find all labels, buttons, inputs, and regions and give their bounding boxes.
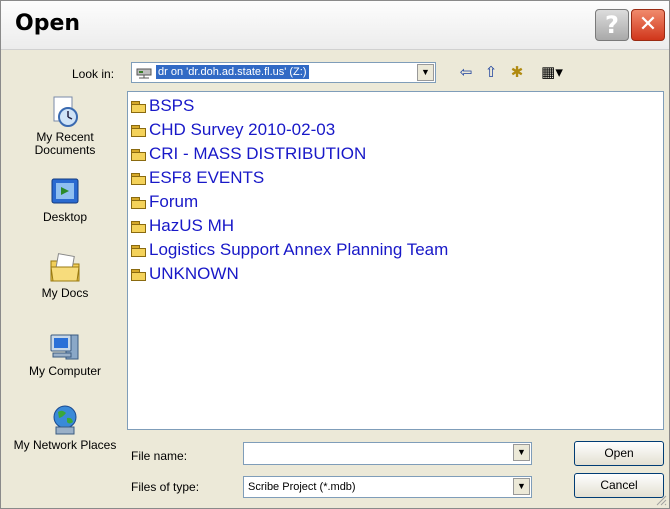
- dialog-title: Open: [15, 11, 81, 36]
- folder-icon: [131, 101, 147, 113]
- help-button[interactable]: ?: [595, 9, 629, 41]
- file-list[interactable]: BSPS CHD Survey 2010-02-03 CRI - MASS DI…: [127, 91, 664, 430]
- desktop-icon: [51, 178, 79, 204]
- resize-grip-icon[interactable]: [655, 494, 667, 506]
- folder-item[interactable]: Forum: [131, 191, 198, 213]
- place-label: Desktop: [42, 210, 88, 224]
- folder-name: CRI - MASS DISTRIBUTION: [149, 144, 367, 163]
- folder-icon: [131, 221, 147, 233]
- folder-icon: [131, 149, 147, 161]
- folder-name: HazUS MH: [149, 216, 235, 235]
- look-in-value: dr on 'dr.doh.ad.state.fl.us' (Z:): [156, 65, 309, 79]
- folder-name: Forum: [149, 192, 199, 211]
- my-docs-icon: [50, 253, 80, 282]
- folder-icon: [131, 269, 147, 281]
- folder-item[interactable]: Logistics Support Annex Planning Team: [131, 239, 448, 261]
- recent-documents-icon: [53, 96, 78, 127]
- place-label: My Recent Documents: [34, 130, 96, 157]
- folder-name: ESF8 EVENTS: [149, 168, 265, 187]
- folder-icon: [131, 125, 147, 137]
- new-folder-icon[interactable]: ✱: [507, 63, 527, 83]
- folder-item[interactable]: BSPS: [131, 95, 194, 117]
- place-label: My Network Places: [13, 438, 117, 452]
- folder-item[interactable]: ESF8 EVENTS: [131, 167, 264, 189]
- chevron-down-icon[interactable]: ▼: [513, 478, 530, 495]
- file-name-label: File name:: [131, 449, 188, 463]
- chevron-down-icon[interactable]: ▼: [417, 64, 434, 81]
- places-bar: My Recent Documents Desktop My Docs My C…: [10, 91, 120, 501]
- place-my-docs[interactable]: My Docs: [10, 251, 120, 300]
- file-type-select[interactable]: Scribe Project (*.mdb) ▼: [243, 476, 532, 498]
- network-drive-icon: [136, 68, 152, 79]
- place-my-computer[interactable]: My Computer: [10, 329, 120, 378]
- chevron-down-icon[interactable]: ▼: [513, 444, 530, 461]
- my-computer-icon: [50, 334, 79, 360]
- views-menu-icon[interactable]: ▦▾: [535, 63, 569, 83]
- file-type-label: Files of type:: [131, 480, 200, 494]
- folder-item[interactable]: CRI - MASS DISTRIBUTION: [131, 143, 366, 165]
- folder-name: UNKNOWN: [149, 264, 239, 283]
- folder-item[interactable]: HazUS MH: [131, 215, 234, 237]
- place-label: My Docs: [41, 286, 89, 300]
- folder-icon: [131, 245, 147, 257]
- title-bar: Open ? ✕: [1, 1, 669, 50]
- place-label: My Computer: [28, 364, 102, 378]
- open-dialog: Open ? ✕ Look in: dr on 'dr.doh.ad.state…: [0, 0, 670, 509]
- folder-name: CHD Survey 2010-02-03: [149, 120, 336, 139]
- place-network-places[interactable]: My Network Places: [10, 403, 120, 452]
- folder-name: Logistics Support Annex Planning Team: [149, 240, 449, 259]
- close-icon: ✕: [638, 12, 658, 37]
- help-icon: ?: [605, 11, 619, 39]
- folder-icon: [131, 197, 147, 209]
- look-in-dropdown[interactable]: dr on 'dr.doh.ad.state.fl.us' (Z:) ▼: [131, 62, 436, 83]
- cancel-button[interactable]: Cancel: [574, 473, 664, 498]
- file-name-field[interactable]: ▼: [243, 442, 532, 465]
- back-icon[interactable]: ⇦: [457, 63, 475, 83]
- folder-item[interactable]: CHD Survey 2010-02-03: [131, 119, 335, 141]
- place-recent-documents[interactable]: My Recent Documents: [10, 95, 120, 157]
- look-in-label: Look in:: [72, 67, 115, 81]
- folder-icon: [131, 173, 147, 185]
- open-button[interactable]: Open: [574, 441, 664, 466]
- place-desktop[interactable]: Desktop: [10, 175, 120, 224]
- up-folder-icon[interactable]: ⇧: [482, 63, 500, 83]
- folder-name: BSPS: [149, 96, 195, 115]
- network-places-icon: [53, 405, 77, 435]
- file-type-value: Scribe Project (*.mdb): [248, 481, 356, 493]
- close-button[interactable]: ✕: [631, 9, 665, 41]
- folder-item[interactable]: UNKNOWN: [131, 263, 239, 285]
